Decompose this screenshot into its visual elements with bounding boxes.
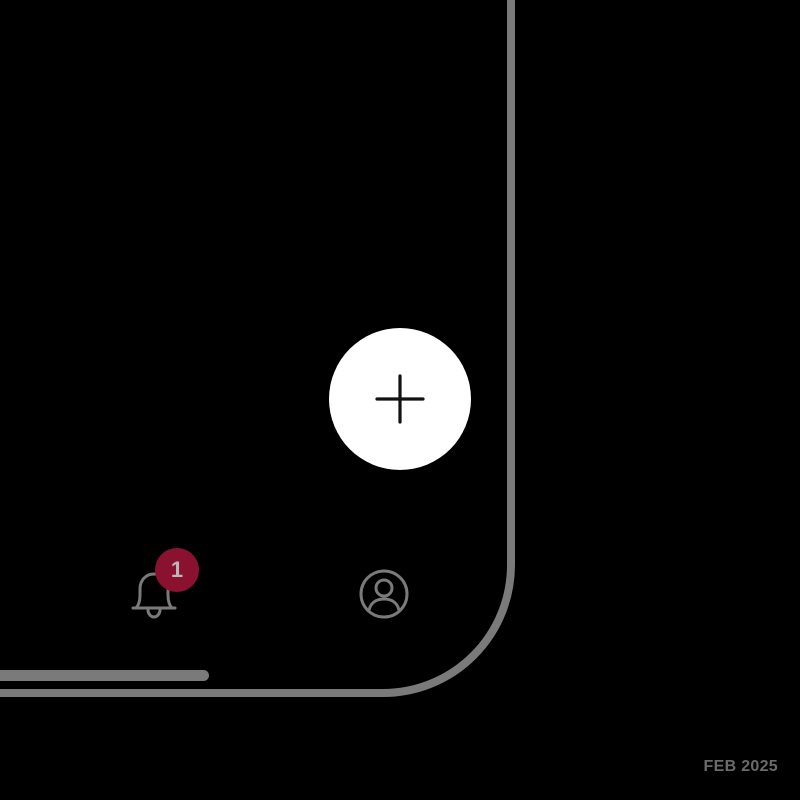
plus-icon bbox=[375, 374, 425, 424]
date-stamp: FEB 2025 bbox=[703, 758, 778, 775]
tab-notifications[interactable]: 1 bbox=[124, 548, 199, 622]
user-circle-icon bbox=[359, 569, 409, 619]
tab-profile[interactable] bbox=[356, 566, 412, 622]
home-indicator[interactable] bbox=[0, 670, 209, 681]
notification-badge: 1 bbox=[155, 548, 199, 592]
create-button[interactable] bbox=[329, 328, 471, 470]
screen: 1 FEB 2025 bbox=[0, 0, 800, 800]
